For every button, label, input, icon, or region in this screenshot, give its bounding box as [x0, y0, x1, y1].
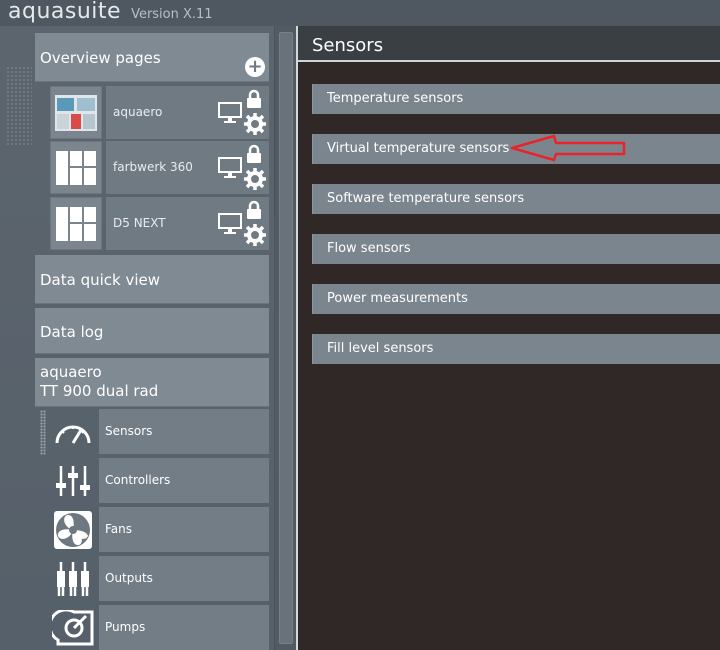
monitor-icon[interactable]: [218, 102, 242, 128]
data-quick-view-panel[interactable]: Data quick view: [35, 255, 269, 304]
device-thumbnail: [50, 197, 102, 250]
category-software-temperature-sensors[interactable]: Software temperature sensors: [312, 184, 720, 214]
category-label: Software temperature sensors: [327, 191, 525, 206]
sidebar-item-label: Fans: [105, 522, 133, 536]
device-group-panel[interactable]: aquaero TT 900 dual rad: [35, 358, 269, 407]
sidebar-item-body[interactable]: Controllers: [99, 458, 269, 503]
category-flow-sensors[interactable]: Flow sensors: [312, 234, 720, 264]
sidebar-item-pumps[interactable]: Pumps: [50, 605, 269, 650]
monitor-icon[interactable]: [218, 157, 242, 183]
outputs-icon: [50, 556, 95, 601]
device-label: aquaero: [113, 105, 163, 119]
selection-indicator: [40, 410, 46, 455]
category-temperature-sensors[interactable]: Temperature sensors: [312, 84, 720, 114]
sidebar-item-body[interactable]: Pumps: [99, 605, 269, 650]
sidebar-item-body[interactable]: Sensors: [99, 409, 269, 454]
sidebar-item-outputs[interactable]: Outputs: [50, 556, 269, 601]
category-label: Flow sensors: [327, 241, 411, 256]
sidebar-item-sensors[interactable]: Sensors: [50, 409, 269, 454]
main-panel: Sensors Temperature sensors Virtual temp…: [296, 26, 720, 650]
main-header: Sensors: [298, 26, 720, 62]
monitor-icon[interactable]: [218, 213, 242, 239]
device-label: D5 NEXT: [113, 216, 166, 230]
annotation-arrow-icon: [510, 134, 626, 162]
page-title: Sensors: [312, 35, 384, 56]
gear-icon[interactable]: [244, 224, 266, 250]
device-thumbnail: [50, 86, 102, 139]
title-bar: aquasuite Version X.11: [0, 0, 720, 26]
add-page-button[interactable]: +: [245, 57, 265, 77]
device-row-d5-next[interactable]: D5 NEXT: [50, 197, 269, 250]
device-row-farbwerk-360[interactable]: farbwerk 360: [50, 141, 269, 194]
decorative-dots: [6, 66, 32, 146]
sidebar-scrollbar[interactable]: [274, 26, 296, 650]
device-body[interactable]: aquaero: [106, 86, 269, 139]
sidebar-item-label: Sensors: [105, 424, 153, 438]
sidebar-item-fans[interactable]: Fans: [50, 507, 269, 552]
category-label: Fill level sensors: [327, 341, 434, 356]
device-group-name: aquaero: [40, 363, 102, 381]
category-power-measurements[interactable]: Power measurements: [312, 284, 720, 314]
gauge-icon: [50, 409, 95, 454]
category-fill-level-sensors[interactable]: Fill level sensors: [312, 334, 720, 364]
lock-icon[interactable]: [246, 89, 262, 113]
category-label: Power measurements: [327, 291, 468, 306]
pump-icon: [50, 605, 95, 650]
device-group-subtitle: TT 900 dual rad: [40, 382, 159, 400]
category-label: Temperature sensors: [327, 91, 464, 106]
app-version: Version X.11: [131, 7, 213, 22]
sidebar-item-label: Outputs: [105, 571, 153, 585]
lock-icon[interactable]: [246, 200, 262, 224]
device-label: farbwerk 360: [113, 160, 193, 174]
data-log-panel[interactable]: Data log: [35, 308, 269, 354]
device-body[interactable]: D5 NEXT: [106, 197, 269, 250]
lock-icon[interactable]: [246, 144, 262, 168]
data-quick-view-title: Data quick view: [40, 271, 161, 289]
sidebar-item-body[interactable]: Outputs: [99, 556, 269, 601]
overview-pages-title: Overview pages: [40, 49, 161, 67]
sliders-icon: [50, 458, 95, 503]
gear-icon[interactable]: [244, 113, 266, 139]
scrollbar-thumb[interactable]: [279, 32, 293, 644]
data-log-title: Data log: [40, 323, 104, 341]
fan-icon: [50, 507, 95, 552]
sidebar-item-label: Controllers: [105, 473, 171, 487]
category-label: Virtual temperature sensors: [327, 141, 510, 156]
sidebar-item-body[interactable]: Fans: [99, 507, 269, 552]
gear-icon[interactable]: [244, 168, 266, 194]
device-body[interactable]: farbwerk 360: [106, 141, 269, 194]
sidebar-item-controllers[interactable]: Controllers: [50, 458, 269, 503]
device-row-aquaero[interactable]: aquaero: [50, 86, 269, 139]
overview-pages-panel[interactable]: Overview pages +: [35, 33, 269, 82]
device-thumbnail: [50, 141, 102, 194]
app-name: aquasuite: [8, 0, 122, 24]
sidebar-item-label: Pumps: [105, 620, 146, 634]
